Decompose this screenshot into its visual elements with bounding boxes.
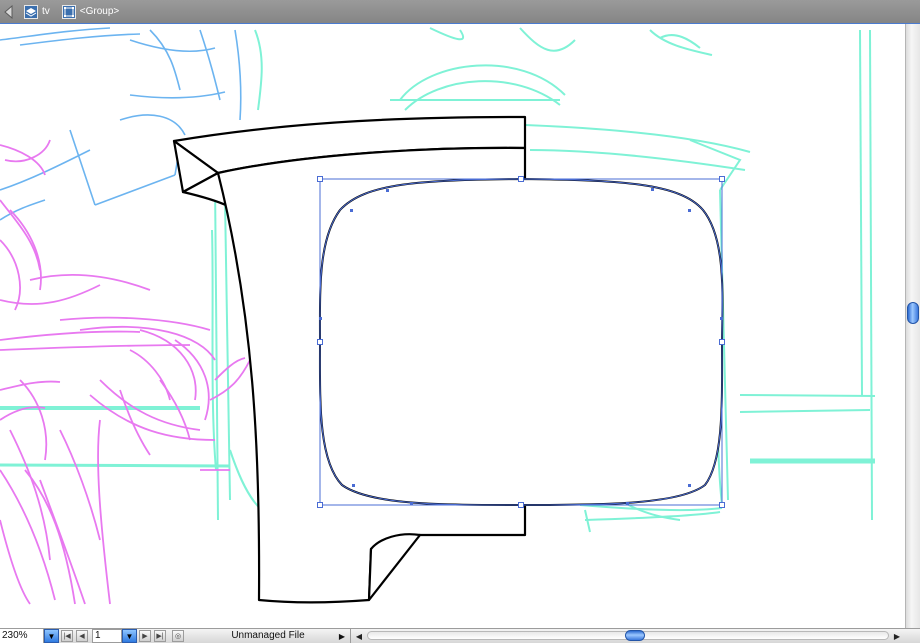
horizontal-scrollbar[interactable]: ◀ ▶ <box>350 629 920 643</box>
layer-name: tv <box>42 6 50 17</box>
triangle-right-icon: ▶ <box>338 631 346 641</box>
scroll-left-button[interactable]: ◀ <box>353 629 365 643</box>
group-icon <box>61 4 76 19</box>
chevron-down-icon: ▼ <box>47 631 56 641</box>
artboard-number-field[interactable]: 1 <box>92 629 122 643</box>
next-artboard-button[interactable]: ▶ <box>139 630 151 642</box>
resize-handle-bottom-right[interactable] <box>719 502 725 508</box>
isolation-mode-bar: tv <Group> <box>0 0 920 24</box>
arrow-right-icon: ▶ <box>893 631 901 641</box>
tv-screen-shape[interactable] <box>318 177 724 507</box>
vertical-scrollbar[interactable] <box>905 24 920 628</box>
scroll-right-button[interactable]: ▶ <box>891 629 903 643</box>
version-cue-button[interactable]: ◎ <box>172 630 184 642</box>
resize-handle-bottom-middle[interactable] <box>518 502 524 508</box>
back-arrow-button[interactable] <box>0 0 20 24</box>
layer-icon <box>24 4 38 19</box>
artboard-canvas[interactable] <box>0 24 905 628</box>
status-bar: 230% ▼ |◀ ◀ 1 ▼ ▶ ▶| ◎ Unmanaged File ▶ … <box>0 628 920 643</box>
last-page-icon: ▶| <box>156 633 164 640</box>
back-arrow-icon <box>4 4 13 19</box>
last-artboard-button[interactable]: ▶| <box>154 630 166 642</box>
breadcrumb-group[interactable]: <Group> <box>61 0 120 24</box>
resize-handle-top-right[interactable] <box>719 176 725 182</box>
artboard-dropdown-button[interactable]: ▼ <box>122 629 137 643</box>
resize-handle-bottom-left[interactable] <box>317 502 323 508</box>
illustrator-document-window: tv <Group> 230% ▼ |◀ ◀ 1 ▼ ▶ ▶| ◎ Unmana… <box>0 0 920 643</box>
chevron-down-icon: ▼ <box>125 631 134 641</box>
resize-handle-middle-right[interactable] <box>719 339 725 345</box>
resize-handle-top-left[interactable] <box>317 176 323 182</box>
status-text: Unmanaged File <box>231 630 305 641</box>
first-artboard-button[interactable]: |◀ <box>61 630 73 642</box>
previous-page-icon: ◀ <box>79 633 85 640</box>
version-cue-icon: ◎ <box>174 633 182 640</box>
resize-handle-middle-left[interactable] <box>317 339 323 345</box>
previous-artboard-button[interactable]: ◀ <box>76 630 88 642</box>
zoom-dropdown-button[interactable]: ▼ <box>44 629 59 643</box>
resize-handle-top-middle[interactable] <box>518 176 524 182</box>
group-name: <Group> <box>79 6 120 17</box>
next-page-icon: ▶ <box>142 633 148 640</box>
zoom-field[interactable]: 230% <box>0 629 44 643</box>
vertical-scroll-thumb[interactable] <box>907 302 919 324</box>
artwork <box>0 27 876 605</box>
horizontal-scroll-thumb[interactable] <box>625 630 645 641</box>
first-page-icon: |◀ <box>63 633 71 640</box>
breadcrumb-layer[interactable]: tv <box>24 0 50 24</box>
arrow-left-icon: ◀ <box>355 631 363 641</box>
status-menu-button[interactable]: ▶ <box>336 629 348 643</box>
